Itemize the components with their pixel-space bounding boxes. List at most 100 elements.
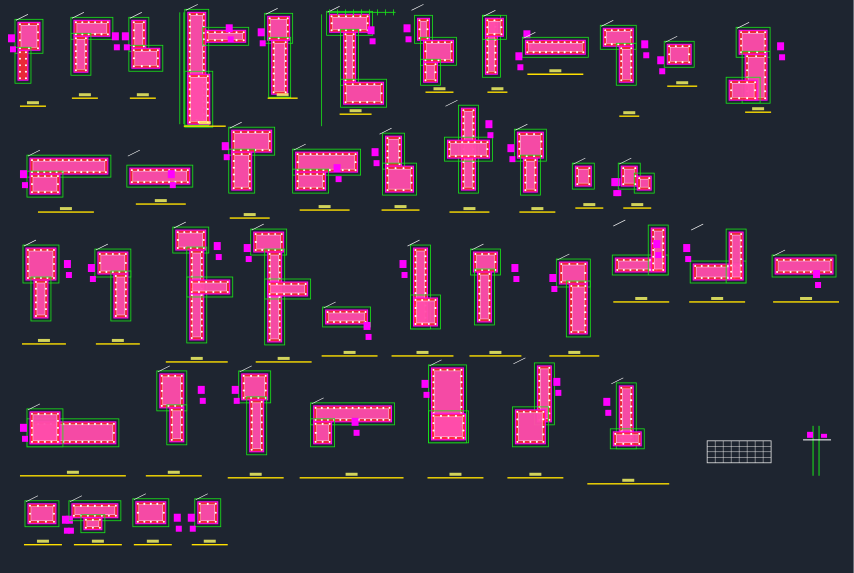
rebar-dot	[630, 405, 633, 408]
rebar-dot	[68, 422, 71, 425]
rebar-dot	[250, 421, 253, 424]
rebar-dot	[638, 187, 641, 190]
stirrup-core	[777, 260, 831, 272]
rebar-dot	[242, 382, 245, 385]
rebar-dot	[432, 405, 435, 408]
rebar-dot	[630, 411, 633, 414]
rebar-dot	[486, 64, 489, 67]
rebar-dot	[248, 173, 251, 176]
rebar-dot	[56, 426, 59, 429]
rebar-dot	[516, 418, 519, 421]
rebar-dot	[98, 262, 101, 265]
detail-label-mark	[111, 338, 124, 342]
rebar-dot	[339, 406, 342, 409]
rebar-dot	[278, 259, 281, 262]
rebar-dot	[162, 502, 165, 505]
rebar-dot	[426, 28, 429, 31]
rebar-dot	[630, 36, 633, 39]
rebar-dot	[359, 29, 362, 32]
rebar-dot	[260, 407, 263, 410]
rebar-dot	[219, 281, 222, 284]
rebar-dot	[37, 412, 40, 415]
stirrup-core	[654, 230, 663, 270]
rebar-dot	[424, 273, 427, 276]
stirrup-core	[76, 23, 108, 34]
stirrup-core	[172, 410, 181, 440]
stirrup-core	[388, 168, 411, 190]
rebar-dot	[453, 368, 456, 371]
rebar-dot	[472, 187, 475, 190]
rebar-dot	[548, 366, 551, 369]
rebar-dot	[454, 436, 457, 439]
rebar-dot	[140, 49, 143, 52]
column-detail	[391, 239, 454, 357]
rebar-dot	[180, 423, 183, 426]
rebar-dot	[149, 502, 152, 505]
rebar-dot	[240, 153, 243, 156]
rebar-dot	[162, 520, 165, 523]
rebar-dot	[738, 97, 741, 100]
stirrup-core	[74, 506, 116, 515]
rebar-dot	[427, 322, 430, 325]
rebar-dot	[248, 180, 251, 183]
rebar-dot	[584, 263, 587, 266]
rebar-dot	[272, 91, 275, 94]
rebar-dot	[713, 265, 716, 268]
rebar-dot	[200, 324, 203, 327]
rebar-dot	[180, 431, 183, 434]
rebar-dot	[366, 22, 369, 25]
rebar-dot	[176, 231, 179, 234]
rebar-dot	[180, 408, 183, 411]
rebar-dot	[162, 511, 165, 514]
rebar-dot	[183, 247, 186, 250]
rebar-dot	[155, 169, 158, 172]
rebar-tag	[813, 270, 821, 279]
rebar-dot	[79, 504, 82, 507]
rebar-tag	[399, 260, 407, 269]
rebar-dot	[740, 264, 743, 267]
rebar-tag	[233, 397, 240, 404]
stirrup-core	[30, 506, 54, 521]
rebar-tag	[167, 170, 175, 179]
rebar-dot	[410, 167, 413, 170]
rebar-dot	[448, 155, 451, 158]
rebar-dot	[137, 169, 140, 172]
cad-drawing-canvas[interactable]	[0, 0, 854, 573]
rebar-dot	[284, 78, 287, 81]
rebar-dot	[30, 159, 33, 162]
rebar-dot	[730, 233, 733, 236]
rebar-dot	[344, 83, 347, 86]
rebar-dot	[232, 131, 235, 134]
rebar-dot	[668, 61, 671, 64]
column-detail	[469, 243, 522, 357]
rebar-tag	[653, 240, 661, 249]
rebar-tag	[9, 46, 16, 53]
rebar-dot	[124, 275, 127, 278]
stirrup-core	[200, 504, 215, 521]
rebar-dot	[478, 279, 481, 282]
rebar-dot	[516, 425, 519, 428]
rebar-dot	[268, 332, 271, 335]
rebar-dot	[124, 281, 127, 284]
rebar-dot	[652, 249, 655, 252]
rebar-dot	[330, 29, 333, 32]
rebar-dot	[740, 233, 743, 236]
rebar-dot	[202, 231, 205, 234]
rebar-dot	[56, 433, 59, 436]
rebar-dot	[622, 167, 625, 170]
rebar-dot	[202, 50, 205, 53]
rebar-dot	[588, 167, 591, 170]
rebar-dot	[188, 50, 191, 53]
rebar-dot	[432, 429, 435, 432]
rebar-dot	[532, 41, 535, 44]
rebar-dot	[764, 62, 767, 65]
column-detail	[371, 127, 420, 211]
rebar-dot	[345, 406, 348, 409]
detail-label-mark	[394, 205, 407, 209]
rebar-dot	[50, 175, 53, 178]
rebar-dot	[488, 273, 491, 276]
rebar-dot	[143, 502, 146, 505]
rebar-dot	[462, 167, 465, 170]
stirrup-core	[416, 300, 435, 324]
rebar-dot	[652, 229, 655, 232]
